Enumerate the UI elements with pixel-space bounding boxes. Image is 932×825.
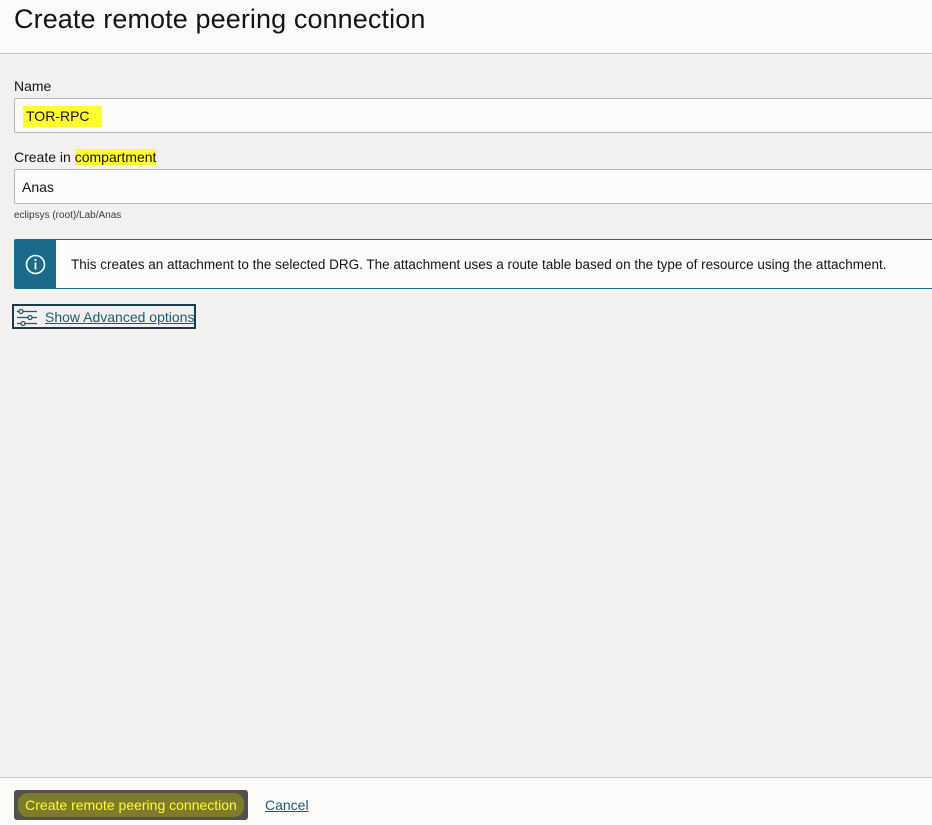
name-field-value: TOR-RPC xyxy=(23,106,102,127)
cancel-link[interactable]: Cancel xyxy=(265,797,309,813)
info-message-text: This creates an attachment to the select… xyxy=(71,257,887,272)
compartment-select[interactable]: Anas xyxy=(14,169,932,204)
create-button-label: Create remote peering connection xyxy=(25,797,237,813)
page-title: Create remote peering connection xyxy=(14,4,426,34)
name-label: Name xyxy=(14,78,52,94)
compartment-select-value: Anas xyxy=(22,179,54,195)
sliders-icon xyxy=(16,308,38,332)
page-header: Create remote peering connection xyxy=(0,0,932,54)
compartment-label: Create in compartment xyxy=(14,149,157,165)
show-advanced-options-link[interactable]: Show Advanced options xyxy=(12,304,196,329)
page-footer: Create remote peering connection Cancel xyxy=(0,777,932,825)
info-icon xyxy=(15,240,56,288)
name-field[interactable]: TOR-RPC xyxy=(14,98,932,133)
show-advanced-options-label: Show Advanced options xyxy=(45,309,195,325)
info-message: This creates an attachment to the select… xyxy=(14,239,932,289)
compartment-label-prefix: Create in xyxy=(14,149,71,165)
compartment-path: eclipsys (root)/Lab/Anas xyxy=(14,210,122,221)
create-remote-peering-connection-button[interactable]: Create remote peering connection xyxy=(14,790,248,820)
compartment-label-highlight: compartment xyxy=(74,149,157,165)
